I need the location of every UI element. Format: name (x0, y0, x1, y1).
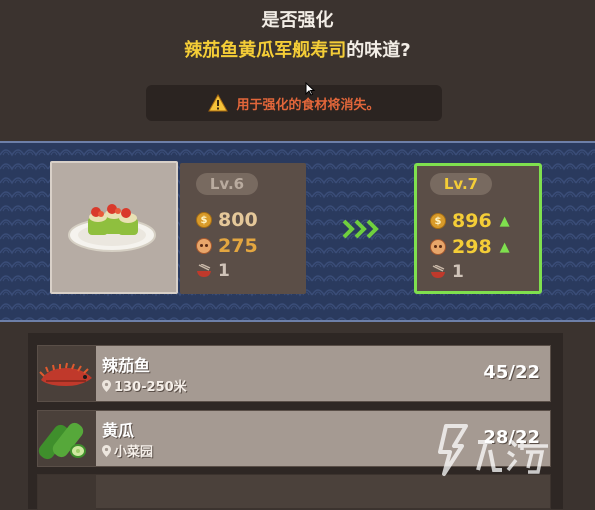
ingredient-thumbnail (38, 475, 96, 510)
ingredient-name: 黄瓜 (102, 421, 135, 440)
confirm-question: 是否强化 (261, 10, 334, 31)
location-pin-icon (102, 379, 111, 392)
taste-face-icon (196, 238, 212, 254)
upgraded-level-stats: Lv.7 $ 896 ▲ 298 ▲ 1 (414, 163, 542, 294)
coin-icon: $ (196, 212, 212, 228)
current-price: 800 (218, 209, 258, 231)
chili-fish-icon (39, 362, 92, 386)
dish-name: 辣茄鱼黄瓜军舰寿司 (184, 40, 347, 61)
location-pin-icon (102, 444, 111, 457)
taste-face-icon (430, 239, 446, 255)
sushi-dish-icon (68, 204, 156, 252)
cucumber-icon (38, 422, 86, 460)
coin-icon: $ (430, 213, 446, 229)
ingredient-location-text: 小菜园 (114, 445, 154, 460)
bowl-chopsticks-icon (197, 264, 211, 277)
current-count-row: 1 (196, 261, 230, 281)
warning-triangle-icon (208, 94, 229, 112)
current-price-row: $ 800 (196, 209, 258, 231)
ingredient-thumbnail (38, 411, 96, 466)
upgraded-fame-row: 298 ▲ (430, 236, 510, 258)
ingredient-count: 45/22 (483, 362, 540, 383)
upgraded-fame: 298 (452, 236, 492, 258)
ingredient-location: 小菜园 (102, 441, 153, 460)
ingredient-row-chili-fish[interactable]: 辣茄鱼 130-250米 45/22 (37, 345, 551, 402)
current-fame: 275 (218, 235, 258, 257)
ingredient-name: 辣茄鱼 (102, 356, 151, 375)
upgraded-price: 896 (452, 210, 492, 232)
bowl-chopsticks-icon (431, 265, 445, 278)
upgrade-arrows-icon (342, 219, 379, 239)
current-fame-row: 275 (196, 235, 258, 257)
dish-image-card (50, 161, 178, 294)
current-level-stats: Lv.6 $ 800 275 1 (180, 163, 306, 294)
upgraded-level-badge: Lv.7 (430, 173, 492, 195)
current-level-badge: Lv.6 (196, 173, 258, 195)
ingredient-location-text: 130-250米 (114, 380, 187, 395)
increase-arrow-icon: ▲ (499, 213, 510, 229)
dish-title-line: 辣茄鱼黄瓜军舰寿司的味道? (0, 36, 595, 62)
upgrade-dialog-header: 是否强化 辣茄鱼黄瓜军舰寿司的味道? 用于强化的食材将消失。 (0, 0, 595, 140)
upgraded-count: 1 (452, 262, 464, 282)
ingredient-thumbnail (38, 346, 96, 401)
site-watermark-logo (438, 424, 548, 476)
upgraded-count-row: 1 (430, 262, 464, 282)
upgraded-price-row: $ 896 ▲ (430, 210, 510, 232)
current-count: 1 (218, 261, 230, 281)
mouse-cursor-icon (305, 82, 315, 96)
warning-text: 用于强化的食材将消失。 (236, 97, 380, 113)
title-suffix: 的味道? (346, 40, 411, 61)
ingredient-location: 130-250米 (102, 376, 187, 395)
increase-arrow-icon: ▲ (499, 239, 510, 255)
warning-banner: 用于强化的食材将消失。 (146, 85, 442, 121)
